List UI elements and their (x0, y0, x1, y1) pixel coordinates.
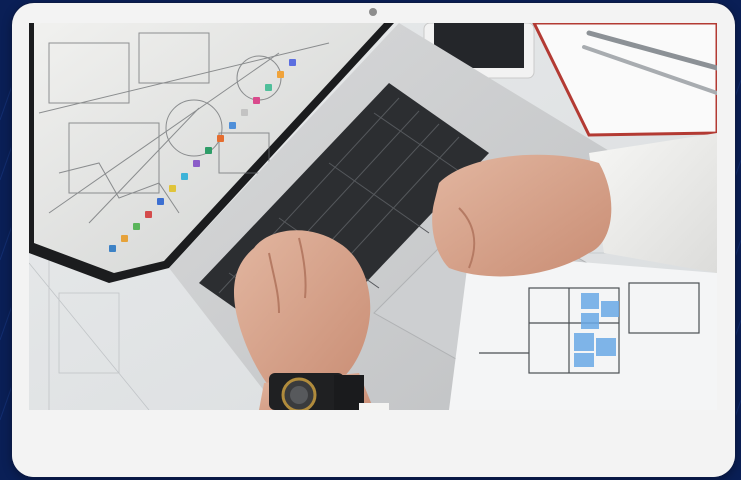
camera-dot (369, 8, 377, 16)
frame-bottom-area (12, 410, 735, 477)
photo-image (29, 23, 717, 410)
photo-screen (29, 23, 717, 410)
tablet-frame (12, 3, 735, 477)
